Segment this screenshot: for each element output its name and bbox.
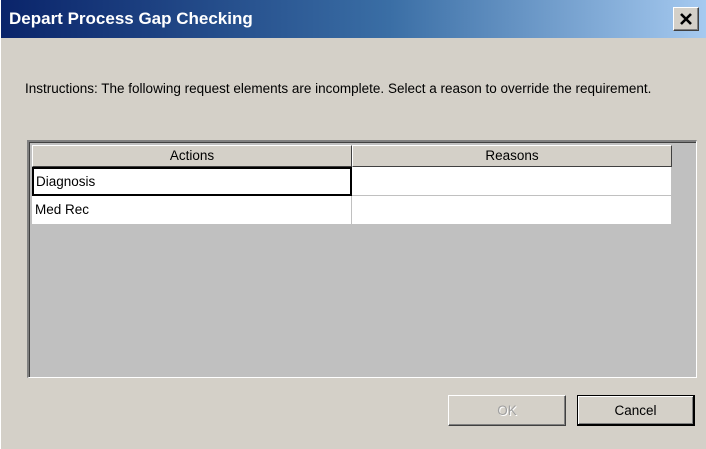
reason-cell[interactable] <box>352 196 672 225</box>
gap-grid[interactable]: Actions Reasons Diagnosis Med Rec <box>27 140 697 378</box>
table-row[interactable]: Med Rec <box>32 196 672 225</box>
column-header-actions[interactable]: Actions <box>32 145 352 167</box>
dialog-window: Depart Process Gap Checking Instructions… <box>0 0 706 449</box>
reason-cell[interactable] <box>352 167 672 196</box>
title-bar[interactable]: Depart Process Gap Checking <box>1 0 706 38</box>
close-icon <box>680 13 692 25</box>
action-cell[interactable]: Diagnosis <box>32 167 352 196</box>
grid-body: Actions Reasons Diagnosis Med Rec <box>29 142 696 377</box>
table-row[interactable]: Diagnosis <box>32 167 672 196</box>
cancel-button[interactable]: Cancel <box>577 395 695 426</box>
ok-button[interactable]: OK <box>448 395 566 426</box>
instructions-text: Instructions: The following request elem… <box>25 81 652 96</box>
action-cell[interactable]: Med Rec <box>32 196 352 225</box>
close-button[interactable] <box>673 7 699 31</box>
column-header-reasons[interactable]: Reasons <box>352 145 672 167</box>
window-title: Depart Process Gap Checking <box>9 9 253 28</box>
